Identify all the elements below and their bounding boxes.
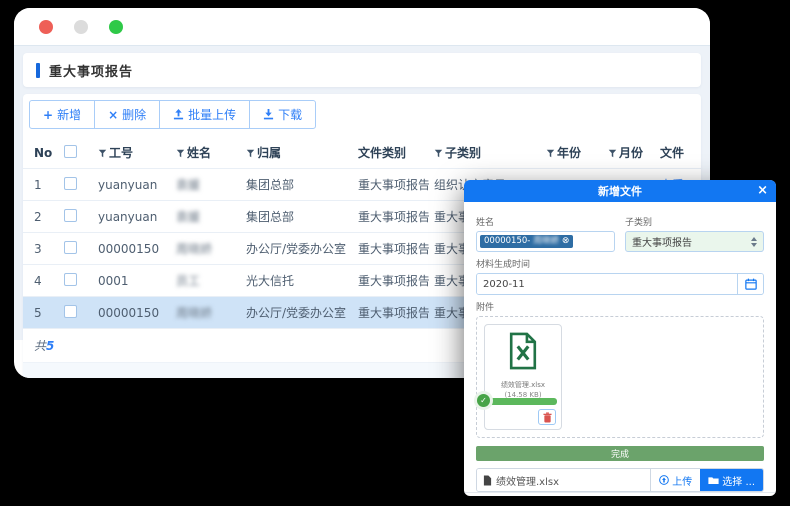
choose-file-button[interactable]: 选择 ... xyxy=(700,469,763,491)
redacted-name: 周晓娇 xyxy=(533,237,559,246)
upload-progress-bar: 完成 xyxy=(476,446,764,461)
tag-remove-icon[interactable]: ⊗ xyxy=(562,237,570,246)
table-header-row: No 工号 姓名 归属 文件类别 子类别 年份 月份 文件 xyxy=(23,137,701,169)
selected-file-name: 绩效管理.xlsx xyxy=(477,469,650,491)
col-year: 年份 xyxy=(541,137,603,169)
upload-circle-icon xyxy=(659,475,669,485)
trash-icon xyxy=(543,412,552,423)
col-month: 月份 xyxy=(603,137,655,169)
col-category: 文件类别 xyxy=(353,137,429,169)
modal-header: 新增文件 × xyxy=(464,180,776,202)
name-field[interactable]: 00000150-周晓娇 ⊗ xyxy=(476,231,615,252)
minimize-window-dot[interactable] xyxy=(74,20,88,34)
close-window-dot[interactable] xyxy=(39,20,53,34)
batch-upload-button[interactable]: 批量上传 xyxy=(159,100,250,129)
delete-button-label: 删除 xyxy=(122,106,146,123)
delete-file-button[interactable] xyxy=(538,409,556,425)
title-accent-bar xyxy=(36,63,40,78)
file-progress-bar xyxy=(489,398,557,405)
download-button-label: 下载 xyxy=(278,106,302,123)
upload-file-button[interactable]: 上传 xyxy=(650,469,700,491)
redacted-name: 周晓娇 xyxy=(176,306,212,320)
date-field-label: 材料生成时间 xyxy=(476,257,764,270)
filter-icon[interactable] xyxy=(608,149,617,158)
modal-body: 姓名 00000150-周晓娇 ⊗ 子类别 重大事项报告 材料生成时间 2020… xyxy=(464,202,776,492)
redacted-name: 周晓娇 xyxy=(176,242,212,256)
document-icon xyxy=(483,475,492,486)
modal-footer: 确定 ↺ 取消 xyxy=(464,492,776,496)
date-input[interactable]: 2020-11 xyxy=(477,274,737,294)
select-all-checkbox[interactable] xyxy=(64,145,77,158)
row-checkbox[interactable] xyxy=(64,241,77,254)
table-toolbar: + 新增 × 删除 批量上传 下载 xyxy=(29,100,316,129)
date-field-group: 2020-11 xyxy=(476,273,764,295)
file-input-group: 绩效管理.xlsx 上传 选择 ... xyxy=(476,468,764,492)
add-file-modal: 新增文件 × 姓名 00000150-周晓娇 ⊗ 子类别 重大事项报告 xyxy=(464,180,776,496)
filter-icon[interactable] xyxy=(434,149,443,158)
redacted-name: 袁媛 xyxy=(176,178,200,192)
row-checkbox[interactable] xyxy=(64,273,77,286)
zoom-window-dot[interactable] xyxy=(109,20,123,34)
batch-upload-button-label: 批量上传 xyxy=(188,106,236,123)
select-caret-icon xyxy=(751,237,757,247)
page-title: 重大事项报告 xyxy=(49,61,133,80)
filter-icon[interactable] xyxy=(98,149,107,158)
close-icon[interactable]: × xyxy=(757,181,768,201)
attachment-dropzone[interactable]: 绩效管理.xlsx (14.58 KB) ✓ xyxy=(476,316,764,438)
col-file: 文件 xyxy=(655,137,701,169)
plus-icon: + xyxy=(43,108,53,122)
row-checkbox[interactable] xyxy=(64,177,77,190)
col-no: No xyxy=(23,137,59,169)
upload-icon xyxy=(173,109,184,120)
name-field-label: 姓名 xyxy=(476,215,615,228)
uploaded-file-card: 绩效管理.xlsx (14.58 KB) ✓ xyxy=(484,324,562,430)
subcategory-select[interactable]: 重大事项报告 xyxy=(625,231,764,252)
window-titlebar xyxy=(14,8,710,46)
file-card-name: 绩效管理.xlsx xyxy=(490,380,556,390)
row-checkbox[interactable] xyxy=(64,305,77,318)
add-button[interactable]: + 新增 xyxy=(29,100,95,129)
download-icon xyxy=(263,109,274,120)
modal-title: 新增文件 xyxy=(598,183,642,199)
calendar-icon[interactable] xyxy=(737,274,763,294)
excel-file-icon xyxy=(507,332,539,370)
subcategory-field-label: 子类别 xyxy=(625,215,764,228)
col-subcategory: 子类别 xyxy=(429,137,541,169)
redacted-name: 袁媛 xyxy=(176,210,200,224)
page-header-panel: 重大事项报告 xyxy=(23,53,701,87)
col-org: 归属 xyxy=(241,137,353,169)
upload-progress-label: 完成 xyxy=(611,447,629,460)
upload-success-check-icon: ✓ xyxy=(477,394,490,407)
x-icon: × xyxy=(108,108,118,122)
filter-icon[interactable] xyxy=(246,149,255,158)
filter-icon[interactable] xyxy=(176,149,185,158)
subcategory-value: 重大事项报告 xyxy=(632,234,692,249)
name-tag: 00000150-周晓娇 ⊗ xyxy=(480,235,573,248)
col-job-id: 工号 xyxy=(93,137,171,169)
download-button[interactable]: 下载 xyxy=(249,100,316,129)
folder-icon xyxy=(708,476,719,485)
col-select xyxy=(59,137,93,169)
row-checkbox[interactable] xyxy=(64,209,77,222)
col-name: 姓名 xyxy=(171,137,241,169)
redacted-name: 员工 xyxy=(176,274,200,288)
filter-icon[interactable] xyxy=(546,149,555,158)
delete-button[interactable]: × 删除 xyxy=(94,100,160,129)
attachment-field-label: 附件 xyxy=(476,300,764,313)
add-button-label: 新增 xyxy=(57,106,81,123)
